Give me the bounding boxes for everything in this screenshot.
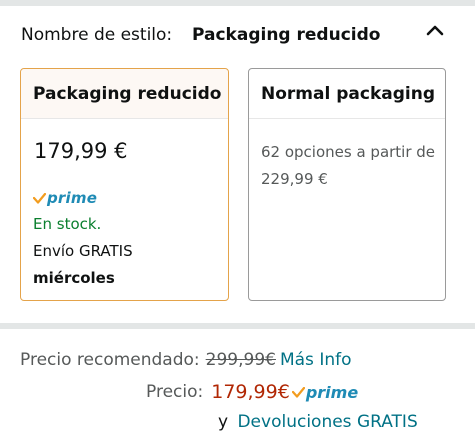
offers-text: 62 opciones a partir de 229,99 €: [261, 143, 436, 188]
option-header: Packaging reducido: [21, 69, 228, 119]
price-row: Precio: 179,99€ prime: [146, 381, 358, 403]
more-info-link[interactable]: Más Info: [280, 350, 352, 370]
top-divider: [0, 0, 475, 6]
prime-label: prime: [47, 189, 98, 207]
deal-price: 179,99€: [211, 381, 290, 403]
stock-status: En stock.: [33, 215, 102, 233]
style-option-packaging-reducido[interactable]: Packaging reducido 179,99 € prime En sto…: [20, 68, 229, 301]
shipping-text: Envío GRATIS: [33, 242, 133, 260]
option-title: Packaging reducido: [33, 84, 222, 104]
option-price: 179,99 €: [34, 139, 128, 163]
prime-check-icon: [33, 192, 46, 204]
free-returns-link[interactable]: Devoluciones GRATIS: [237, 412, 417, 432]
prime-label: prime: [305, 382, 359, 402]
returns-row: y Devoluciones GRATIS: [218, 412, 418, 432]
style-name-label: Nombre de estilo:: [21, 25, 173, 45]
recommended-price: 299,99€: [205, 350, 276, 370]
chevron-up-icon[interactable]: [424, 22, 446, 38]
prime-badge: prime: [291, 382, 359, 402]
price-label: Precio:: [146, 382, 204, 402]
selected-style-value: Packaging reducido: [192, 25, 381, 45]
recommended-price-label: Precio recomendado:: [20, 350, 200, 370]
section-divider: [0, 323, 475, 329]
recommended-price-row: Precio recomendado: 299,99€ Más Info: [20, 350, 352, 370]
prime-check-icon: [291, 386, 305, 398]
returns-prefix: y: [218, 412, 229, 432]
option-title: Normal packaging: [261, 84, 435, 104]
prime-badge: prime: [33, 189, 97, 207]
option-header: Normal packaging: [249, 69, 445, 119]
delivery-day: miércoles: [33, 269, 115, 287]
style-option-normal-packaging[interactable]: Normal packaging 62 opciones a partir de…: [248, 68, 446, 301]
